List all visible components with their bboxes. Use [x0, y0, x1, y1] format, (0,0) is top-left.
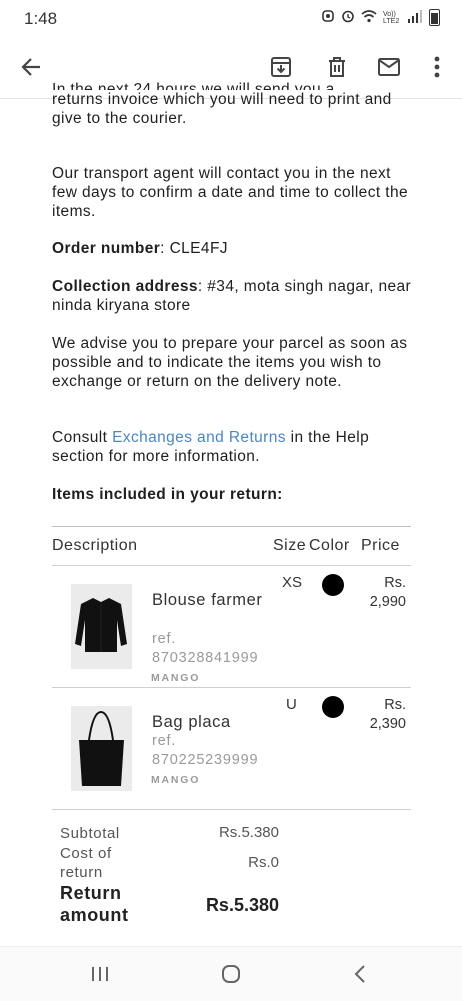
order-number-label: Order number [52, 240, 161, 257]
table-header: Description Size Color Price [52, 527, 411, 566]
table-row[interactable]: Bag placa ref. 870225239999 MANGO U Rs. 2,… [52, 688, 411, 810]
items-heading: Items included in your return: [52, 486, 283, 503]
item-color-swatch [322, 574, 344, 596]
return-amount-label: Return amount [60, 883, 129, 925]
exchanges-returns-link[interactable]: Exchanges and Returns [112, 429, 286, 446]
system-nav-bar [0, 946, 462, 1001]
advice-paragraph: We advise you to prepare your parcel as … [52, 335, 408, 390]
transport-paragraph: Our transport agent will contact you in … [52, 165, 409, 220]
wifi-icon [361, 9, 377, 26]
item-ref-label: ref. [152, 631, 177, 647]
status-icons: Vo)) LTE2 [321, 9, 440, 26]
cost-of-return-value: Rs.0 [248, 854, 279, 871]
help-paragraph: Consult Exchanges and Returns in the Hel… [52, 428, 412, 466]
return-items-table: Description Size Color Price Blouse farm… [52, 526, 411, 810]
item-ref-label: ref. [152, 733, 177, 749]
item-price-value: 2,390 [369, 716, 406, 732]
product-image-blouse[interactable] [71, 584, 132, 669]
more-vert-icon[interactable] [418, 48, 456, 86]
help-text-pre: Consult [52, 429, 113, 446]
item-ref: ref. 870328841999 [152, 630, 282, 668]
status-bar: 1:48 Vo)) LTE2 [0, 0, 462, 36]
header-color: Color [309, 537, 350, 554]
back-arrow-icon[interactable] [12, 48, 50, 86]
table-row[interactable]: Blouse farmer ref. 870328841999 MANGO XS … [52, 566, 411, 688]
return-amount-value: Rs.5.380 [205, 895, 279, 915]
collection-address: Collection address: #34, mota singh naga… [52, 277, 412, 315]
item-price: Rs. 2,990 [370, 574, 406, 612]
item-price-currency: Rs. [384, 697, 406, 713]
network-label: Vo)) LTE2 [383, 10, 400, 25]
item-ref-number: 870328841999 [152, 650, 259, 666]
back-icon[interactable] [340, 961, 380, 987]
item-color-swatch [322, 696, 344, 718]
invoice-text: returns invoice which you will need to p… [52, 91, 392, 127]
home-icon[interactable] [211, 961, 251, 987]
subtotal-value: Rs.5.380 [218, 824, 279, 841]
header-size: Size [273, 537, 307, 554]
item-price-currency: Rs. [384, 575, 406, 591]
product-image-bag[interactable] [71, 706, 132, 791]
header-description: Description [52, 537, 138, 554]
cost-of-return-label: Cost of return [60, 845, 112, 881]
clipped-line: In the next 24 hours we will send you a [52, 81, 335, 90]
item-ref: ref. 870225239999 [152, 732, 282, 770]
subtotal-label: Subtotal [60, 825, 120, 842]
battery-icon [429, 9, 440, 26]
item-brand: MANGO [151, 672, 201, 684]
collection-address-label: Collection address [52, 278, 198, 295]
item-name: Bag placa [152, 713, 231, 731]
header-price: Price [361, 537, 400, 554]
order-number-value: : CLE4FJ [160, 240, 228, 257]
item-name: Blouse farmer [152, 591, 263, 609]
item-size: XS [282, 574, 303, 591]
order-number: Order number: CLE4FJ [52, 239, 228, 258]
alarm-icon [321, 9, 335, 26]
recent-apps-icon[interactable] [80, 961, 120, 987]
item-brand: MANGO [151, 774, 201, 786]
invoice-paragraph: In the next 24 hours we will send you a … [52, 81, 412, 128]
item-price-value: 2,990 [369, 594, 406, 610]
item-ref-number: 870225239999 [152, 752, 259, 768]
status-time: 1:48 [24, 9, 58, 28]
signal-icon [407, 9, 423, 26]
clock-alarm-icon [341, 9, 355, 26]
item-size: U [286, 696, 297, 713]
item-price: Rs. 2,390 [370, 696, 406, 734]
